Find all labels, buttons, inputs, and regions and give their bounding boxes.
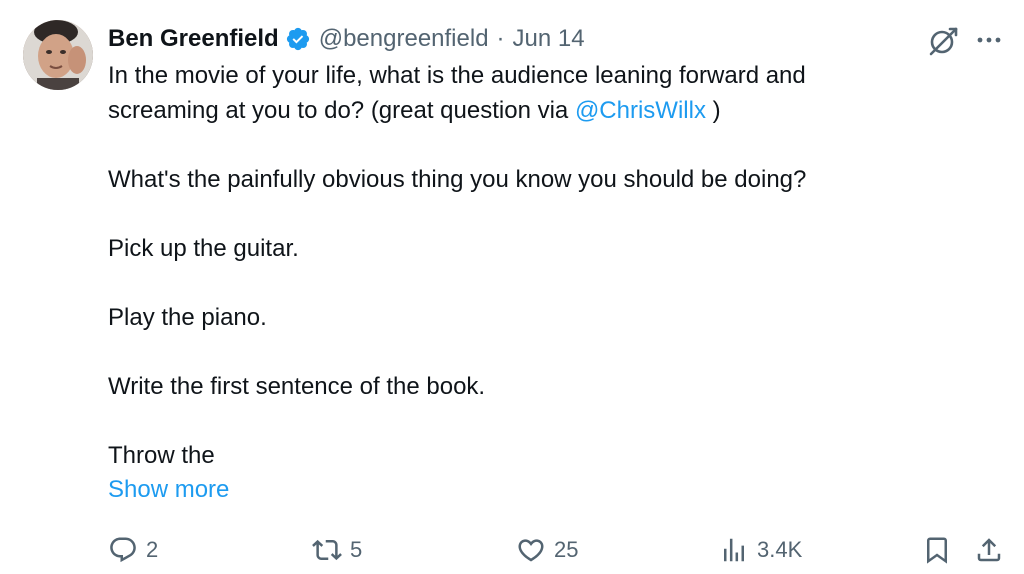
tweet-line: screaming at you to do? (great question … [108, 94, 1008, 129]
avatar[interactable] [23, 20, 93, 90]
like-icon [518, 539, 544, 562]
tweet-date[interactable]: Jun 14 [513, 25, 585, 53]
reply-count: 2 [146, 537, 159, 562]
author-name[interactable]: Ben Greenfield [108, 25, 279, 53]
share-button[interactable] [974, 530, 1004, 570]
more-icon[interactable] [975, 28, 1003, 52]
views-count: 3.4K [757, 537, 803, 562]
tweet-paragraph: Write the first sentence of the book. [108, 372, 486, 400]
separator-dot: · [496, 25, 505, 52]
show-more-link[interactable]: Show more [108, 473, 1008, 508]
mention-link[interactable]: @ChrisWillx [575, 97, 706, 124]
reply-button[interactable]: 2 [108, 530, 158, 570]
reply-icon [110, 537, 136, 563]
repost-count: 5 [350, 537, 363, 562]
author-handle[interactable]: @bengreenfield [319, 25, 489, 53]
like-button[interactable]: 25 [516, 530, 578, 570]
like-count: 25 [554, 537, 579, 562]
tweet-text-span: screaming at you to do? (great question … [108, 96, 575, 124]
action-bar: 2 5 25 3.4K [0, 530, 1024, 570]
views-button[interactable]: 3.4K [719, 530, 802, 570]
tweet-header: Ben Greenfield @bengreenfield · Jun 14 [108, 22, 585, 56]
bookmark-button[interactable] [922, 530, 952, 570]
bookmark-icon [927, 537, 947, 564]
share-icon [977, 538, 1001, 562]
tweet-text: In the movie of your life, what is the a… [108, 59, 1008, 508]
grok-icon[interactable] [926, 24, 960, 58]
tweet-paragraph: Throw the [108, 441, 215, 469]
tweet-line: In the movie of your life, what is the a… [108, 62, 806, 89]
verified-badge-icon [285, 26, 311, 52]
tweet-paragraph: What's the painfully obvious thing you k… [108, 165, 807, 193]
tweet-card: Ben Greenfield @bengreenfield · Jun 14 I… [0, 0, 1024, 574]
tweet-text-span: ) [705, 96, 721, 124]
repost-button[interactable]: 5 [312, 530, 362, 570]
retweet-icon [312, 539, 342, 561]
views-icon [724, 538, 744, 562]
tweet-paragraph: Pick up the guitar. [108, 234, 299, 262]
tweet-paragraph: Play the piano. [108, 303, 267, 331]
